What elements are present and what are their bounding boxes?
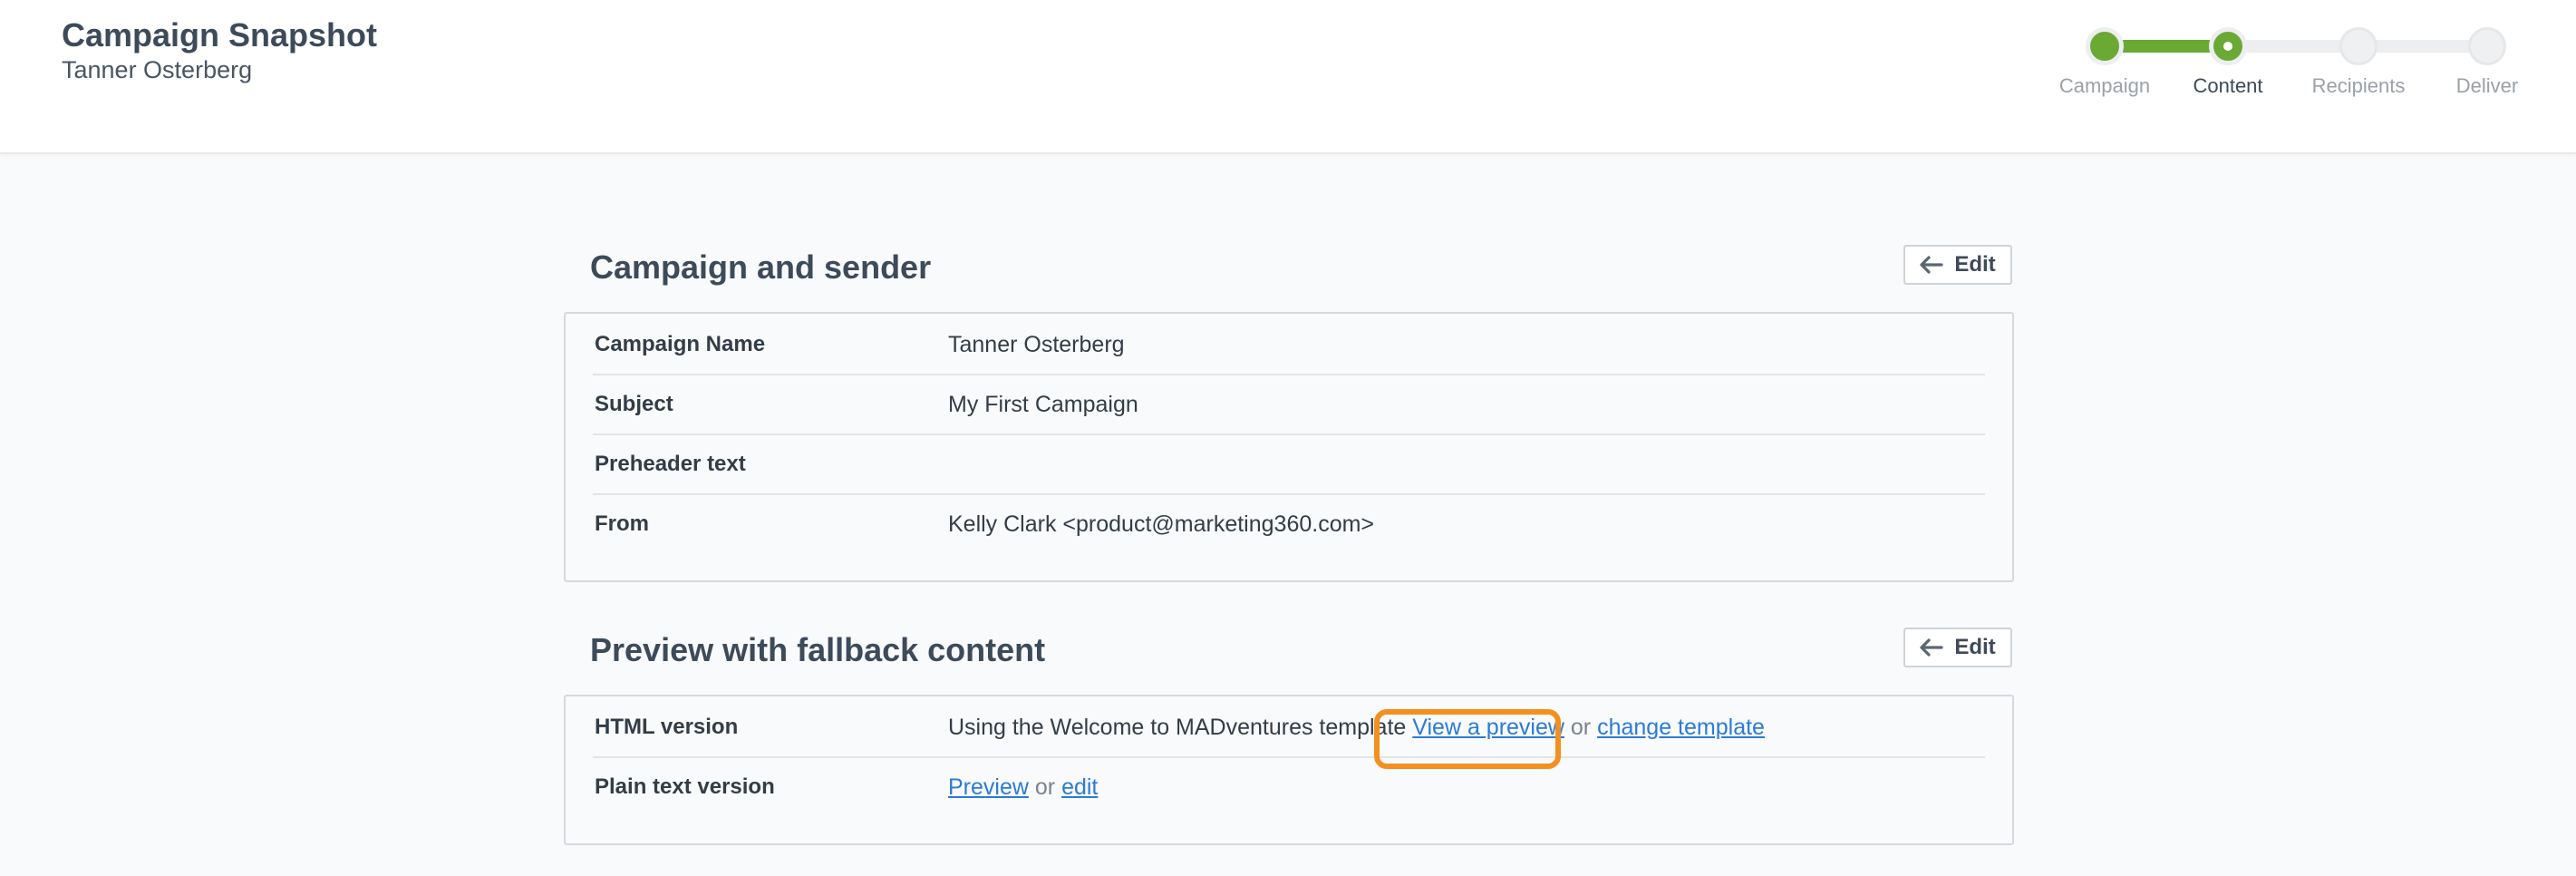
html-version-label: HTML version: [595, 715, 739, 739]
campaign-edit-button[interactable]: Edit: [1903, 245, 2012, 285]
html-version-value: Using the Welcome to MADventures templat…: [948, 715, 1765, 741]
step-recipients-dot[interactable]: [2339, 27, 2377, 65]
step-content-dot[interactable]: [2209, 27, 2247, 65]
subject-label: Subject: [595, 392, 673, 416]
campaign-details-card: Campaign Name Tanner Osterberg Subject M…: [564, 312, 2014, 582]
preview-section-title: Preview with fallback content: [590, 631, 1046, 668]
arrow-left-icon: [1920, 638, 1943, 657]
step-campaign-label[interactable]: Campaign: [2059, 74, 2150, 98]
plain-edit-link[interactable]: edit: [1061, 774, 1098, 800]
preheader-row: Preheader text: [593, 433, 1985, 495]
html-version-row: HTML version Using the Welcome to MADven…: [593, 696, 1985, 758]
campaign-edit-label: Edit: [1954, 252, 1996, 277]
step-recipients-label[interactable]: Recipients: [2312, 74, 2406, 98]
campaign-name-label: Campaign Name: [595, 332, 766, 356]
subject-value: My First Campaign: [948, 392, 1138, 417]
preview-edit-button[interactable]: Edit: [1903, 628, 2012, 667]
step-campaign-dot[interactable]: [2086, 27, 2124, 65]
arrow-left-icon: [1920, 256, 1943, 274]
view-preview-link[interactable]: View a preview: [1412, 715, 1564, 740]
subject-row: Subject My First Campaign: [593, 374, 1985, 435]
from-label: From: [595, 511, 649, 536]
plain-text-value: Preview or edit: [948, 774, 1098, 801]
plain-preview-link[interactable]: Preview: [948, 774, 1029, 800]
or-separator: or: [1570, 715, 1592, 740]
campaign-section-title: Campaign and sender: [590, 248, 932, 286]
step-content-label[interactable]: Content: [2193, 74, 2262, 98]
plain-text-row: Plain text version Preview or edit: [593, 756, 1985, 816]
from-value: Kelly Clark <product@marketing360.com>: [948, 511, 1375, 537]
or-separator: or: [1034, 774, 1056, 800]
campaign-name-value: Tanner Osterberg: [948, 332, 1125, 357]
plain-text-label: Plain text version: [595, 774, 775, 799]
page-subtitle: Tanner Osterberg: [62, 56, 253, 83]
page-title: Campaign Snapshot: [62, 16, 378, 54]
preheader-label: Preheader text: [595, 452, 746, 476]
progress-stepper: Campaign Content Recipients Deliver: [2048, 16, 2556, 107]
preview-details-card: HTML version Using the Welcome to MADven…: [564, 695, 2014, 845]
campaign-name-row: Campaign Name Tanner Osterberg: [593, 314, 1985, 375]
page-header: Campaign Snapshot Tanner Osterberg Campa…: [0, 0, 2576, 154]
preview-edit-label: Edit: [1954, 635, 1996, 659]
from-row: From Kelly Clark <product@marketing360.c…: [593, 493, 1985, 553]
change-template-link[interactable]: change template: [1597, 715, 1765, 740]
template-description: Using the Welcome to MADventures templat…: [948, 715, 1407, 740]
step-deliver-dot[interactable]: [2468, 27, 2506, 65]
step-deliver-label[interactable]: Deliver: [2456, 74, 2518, 98]
